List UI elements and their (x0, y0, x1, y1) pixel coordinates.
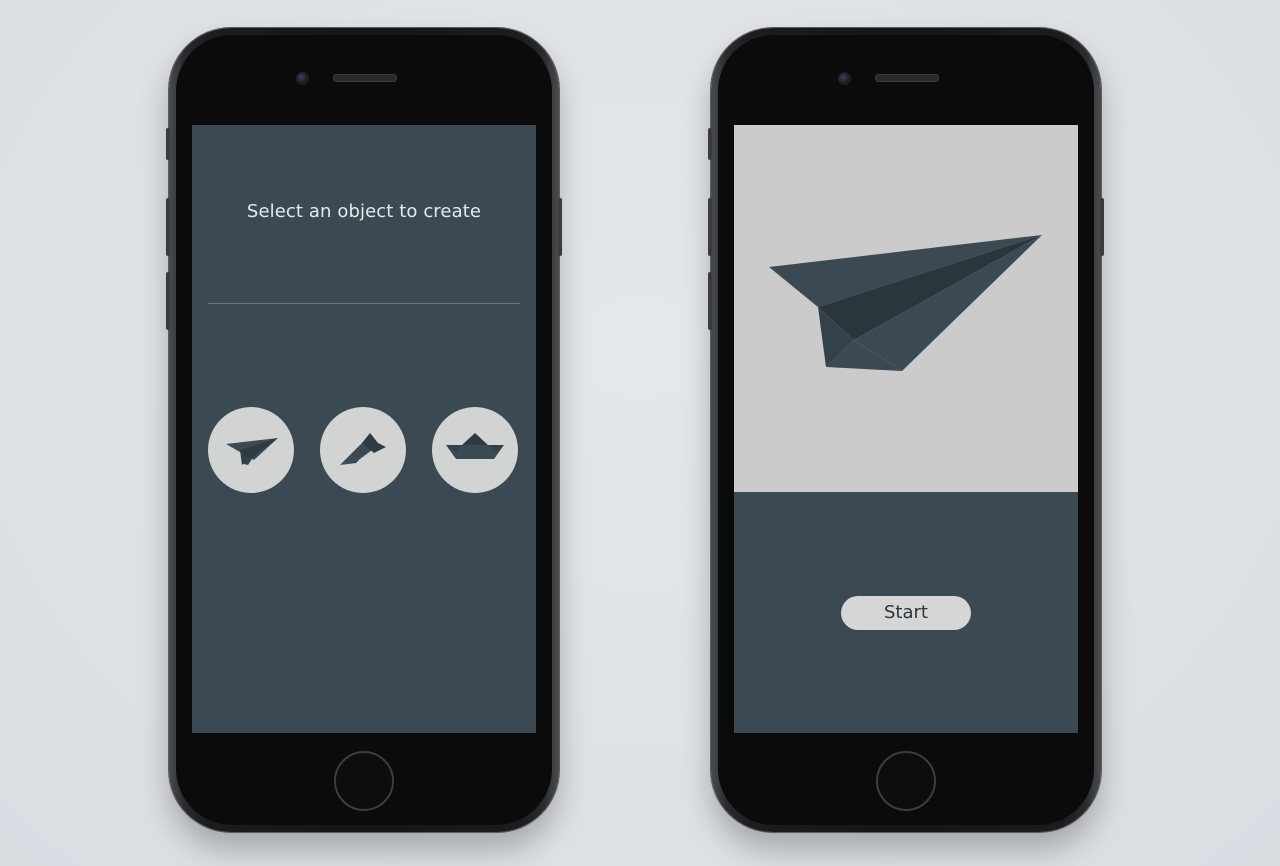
front-camera-icon (838, 72, 851, 85)
paper-plane-icon (226, 438, 278, 465)
option-paper-boat-button[interactable] (432, 407, 518, 493)
option-paper-glider-button[interactable] (320, 407, 406, 493)
mute-switch (708, 128, 712, 160)
power-button (1100, 198, 1104, 256)
paper-glider-icon (340, 433, 386, 465)
phone-left: Select an object to create (166, 28, 562, 832)
start-button[interactable]: Start (841, 596, 971, 630)
home-button (334, 751, 394, 811)
select-object-screen: Select an object to create (192, 125, 536, 733)
screen-title: Select an object to create (246, 201, 482, 222)
preview-screen: Start (734, 125, 1078, 733)
option-paper-plane-button[interactable] (208, 407, 294, 493)
volume-up-button (166, 198, 170, 256)
front-camera-icon (296, 72, 309, 85)
home-button (876, 751, 936, 811)
action-panel: Start (734, 492, 1078, 733)
earpiece-speaker (875, 74, 939, 82)
mockup-stage: Select an object to create Start (0, 0, 1280, 866)
object-preview (734, 125, 1078, 492)
paper-boat-icon (446, 433, 504, 459)
mute-switch (166, 128, 170, 160)
earpiece-speaker (333, 74, 397, 82)
paper-plane-icon (769, 235, 1042, 371)
title-divider (208, 303, 520, 304)
volume-down-button (166, 272, 170, 330)
volume-up-button (708, 198, 712, 256)
volume-down-button (708, 272, 712, 330)
power-button (558, 198, 562, 256)
phone-right: Start (708, 28, 1104, 832)
